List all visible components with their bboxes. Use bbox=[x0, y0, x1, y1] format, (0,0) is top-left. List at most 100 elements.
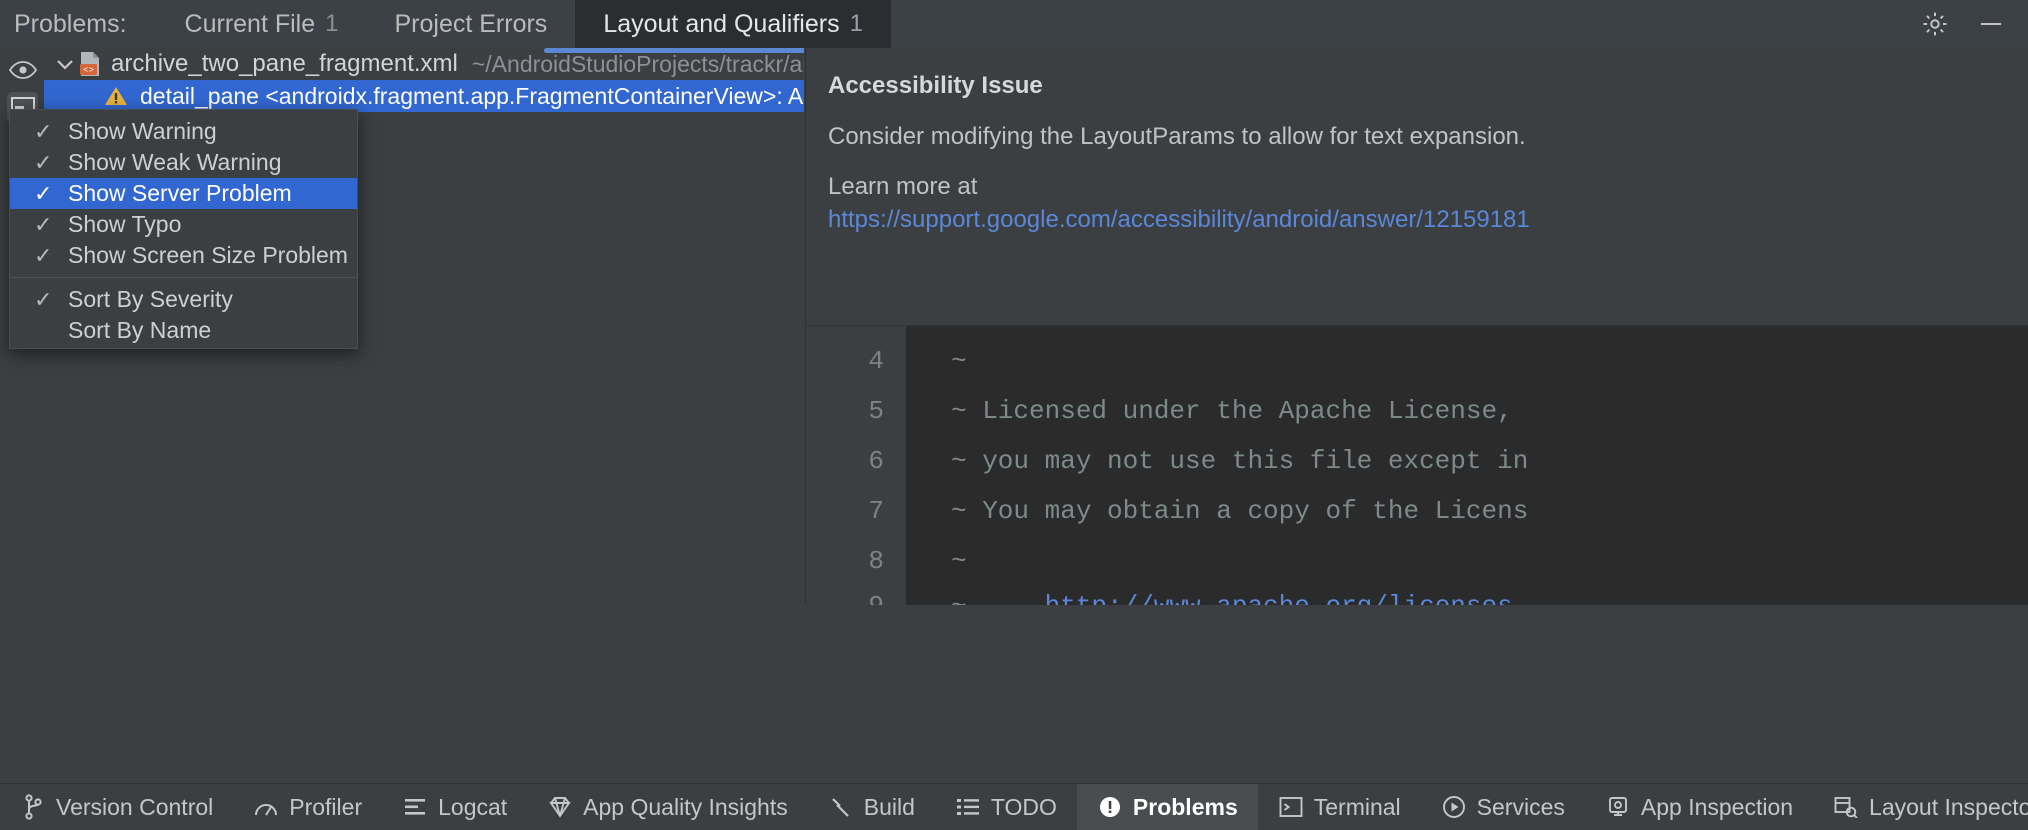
tree-issue-text: detail_pane <androidx.fragment.app.Fragm… bbox=[140, 83, 804, 110]
problems-icon bbox=[1097, 794, 1123, 820]
xml-file-icon: <> bbox=[78, 51, 102, 77]
menu-item-sort-by-name-label: Sort By Name bbox=[68, 317, 211, 344]
tab-project-errors-label: Project Errors bbox=[395, 10, 548, 39]
status-services-label: Services bbox=[1477, 794, 1565, 821]
status-app-quality-insights[interactable]: App Quality Insights bbox=[527, 784, 808, 830]
status-problems[interactable]: Problems bbox=[1077, 784, 1258, 830]
detail-learn-more-link[interactable]: https://support.google.com/accessibility… bbox=[828, 206, 2006, 234]
android-studio-problems-panel: Problems: Current File 1 Project Errors … bbox=[0, 0, 2028, 830]
code-line-url[interactable]: http://www.apache.org/licenses bbox=[1045, 591, 1513, 605]
line-number: 6 bbox=[814, 436, 884, 486]
menu-item-sort-by-name[interactable]: Sort By Name bbox=[10, 315, 357, 346]
tab-layout-and-qualifiers-label: Layout and Qualifiers bbox=[603, 10, 839, 39]
tab-current-file-label: Current File bbox=[185, 10, 316, 39]
eye-icon[interactable] bbox=[7, 54, 38, 85]
menu-item-show-screen-size-problem[interactable]: ✓ Show Screen Size Problem bbox=[10, 240, 357, 271]
menu-item-show-server-problem-label: Show Server Problem bbox=[68, 180, 292, 207]
tree-row-issue[interactable]: detail_pane <androidx.fragment.app.Fragm… bbox=[44, 80, 804, 112]
status-layout-inspector-label: Layout Inspecto bbox=[1869, 794, 2028, 821]
problems-tabbar: Problems: Current File 1 Project Errors … bbox=[0, 0, 2028, 48]
code-line: ~ bbox=[906, 536, 2028, 586]
list-icon bbox=[955, 794, 981, 820]
menu-item-show-typo[interactable]: ✓ Show Typo bbox=[10, 209, 357, 240]
menu-item-show-screen-size-problem-label: Show Screen Size Problem bbox=[68, 242, 348, 269]
code-line: ~ http://www.apache.org/licenses bbox=[906, 581, 2028, 605]
status-build-label: Build bbox=[864, 794, 915, 821]
status-version-control-label: Version Control bbox=[56, 794, 213, 821]
tree-row-file[interactable]: <> archive_two_pane_fragment.xml ~/Andro… bbox=[44, 48, 804, 80]
menu-item-show-warning-label: Show Warning bbox=[68, 118, 217, 145]
menu-separator bbox=[10, 277, 357, 278]
bottom-toolbar: Version Control Profiler Logcat bbox=[0, 783, 2028, 830]
code-text-area[interactable]: ~ ~ Licensed under the Apache License, ~… bbox=[906, 326, 2028, 605]
detail-title: Accessibility Issue bbox=[828, 72, 2006, 100]
status-logcat[interactable]: Logcat bbox=[382, 784, 527, 830]
status-profiler-label: Profiler bbox=[289, 794, 362, 821]
code-line: ~ You may obtain a copy of the Licens bbox=[906, 486, 2028, 536]
play-circle-icon bbox=[1441, 794, 1467, 820]
menu-item-sort-by-severity-label: Sort By Severity bbox=[68, 286, 233, 313]
status-layout-inspector[interactable]: Layout Inspecto bbox=[1813, 784, 2028, 830]
status-version-control[interactable]: Version Control bbox=[0, 784, 233, 830]
menu-item-show-weak-warning-label: Show Weak Warning bbox=[68, 149, 281, 176]
status-services[interactable]: Services bbox=[1421, 784, 1585, 830]
status-todo[interactable]: TODO bbox=[935, 784, 1077, 830]
check-icon: ✓ bbox=[34, 119, 68, 145]
hammer-icon bbox=[828, 794, 854, 820]
layout-inspector-icon bbox=[1833, 794, 1859, 820]
status-build[interactable]: Build bbox=[808, 784, 935, 830]
check-icon: ✓ bbox=[34, 150, 68, 176]
tab-project-errors[interactable]: Project Errors bbox=[367, 0, 576, 48]
code-preview-panel: 4 5 6 7 8 9 ~ ~ Licensed under the Apach… bbox=[805, 325, 2028, 605]
profiler-icon bbox=[253, 794, 279, 820]
check-icon: ✓ bbox=[34, 287, 68, 313]
tab-current-file[interactable]: Current File 1 bbox=[157, 0, 367, 48]
status-app-quality-insights-label: App Quality Insights bbox=[583, 794, 788, 821]
code-line: ~ Licensed under the Apache License, bbox=[906, 386, 2028, 436]
tree-file-path: ~/AndroidStudioProjects/trackr/app/sr bbox=[472, 51, 804, 78]
tree-file-name: archive_two_pane_fragment.xml bbox=[111, 50, 458, 78]
status-logcat-label: Logcat bbox=[438, 794, 507, 821]
minimize-icon[interactable] bbox=[1976, 9, 2006, 39]
tab-current-file-count: 1 bbox=[325, 10, 338, 38]
line-number: 5 bbox=[814, 386, 884, 436]
svg-text:<>: <> bbox=[83, 66, 94, 76]
problems-filter-menu[interactable]: ✓ Show Warning ✓ Show Weak Warning ✓ Sho… bbox=[9, 109, 358, 349]
status-terminal[interactable]: Terminal bbox=[1258, 784, 1421, 830]
check-icon: ✓ bbox=[34, 181, 68, 207]
menu-item-show-server-problem[interactable]: ✓ Show Server Problem bbox=[10, 178, 357, 209]
detail-learn-more-label: Learn more at bbox=[828, 173, 2006, 201]
inspection-icon bbox=[1605, 794, 1631, 820]
status-problems-label: Problems bbox=[1133, 794, 1238, 821]
tab-layout-and-qualifiers[interactable]: Layout and Qualifiers 1 bbox=[575, 0, 891, 48]
terminal-icon bbox=[1278, 794, 1304, 820]
status-terminal-label: Terminal bbox=[1314, 794, 1401, 821]
line-number: 7 bbox=[814, 486, 884, 536]
line-number: 4 bbox=[814, 336, 884, 386]
issue-detail-panel: Accessibility Issue Consider modifying t… bbox=[805, 48, 2028, 325]
gear-icon[interactable] bbox=[1920, 9, 1950, 39]
code-line: ~ you may not use this file except in bbox=[906, 436, 2028, 486]
status-todo-label: TODO bbox=[991, 794, 1057, 821]
warning-triangle-icon bbox=[104, 85, 128, 107]
status-app-inspection-label: App Inspection bbox=[1641, 794, 1793, 821]
detail-description: Consider modifying the LayoutParams to a… bbox=[828, 123, 2006, 151]
chevron-down-icon[interactable] bbox=[56, 53, 74, 75]
menu-item-show-weak-warning[interactable]: ✓ Show Weak Warning bbox=[10, 147, 357, 178]
code-line: ~ bbox=[906, 336, 2028, 386]
menu-item-show-typo-label: Show Typo bbox=[68, 211, 181, 238]
menu-item-sort-by-severity[interactable]: ✓ Sort By Severity bbox=[10, 284, 357, 315]
problems-label: Problems: bbox=[0, 10, 157, 39]
check-icon: ✓ bbox=[34, 212, 68, 238]
diamond-icon bbox=[547, 794, 573, 820]
check-icon: ✓ bbox=[34, 243, 68, 269]
tabbar-actions bbox=[1920, 0, 2028, 48]
menu-item-show-warning[interactable]: ✓ Show Warning bbox=[10, 116, 357, 147]
branch-icon bbox=[20, 794, 46, 820]
logcat-icon bbox=[402, 794, 428, 820]
line-number: 8 bbox=[814, 536, 884, 586]
tab-layout-and-qualifiers-count: 1 bbox=[850, 10, 863, 38]
line-number: 9 bbox=[814, 581, 884, 605]
status-profiler[interactable]: Profiler bbox=[233, 784, 382, 830]
status-app-inspection[interactable]: App Inspection bbox=[1585, 784, 1813, 830]
